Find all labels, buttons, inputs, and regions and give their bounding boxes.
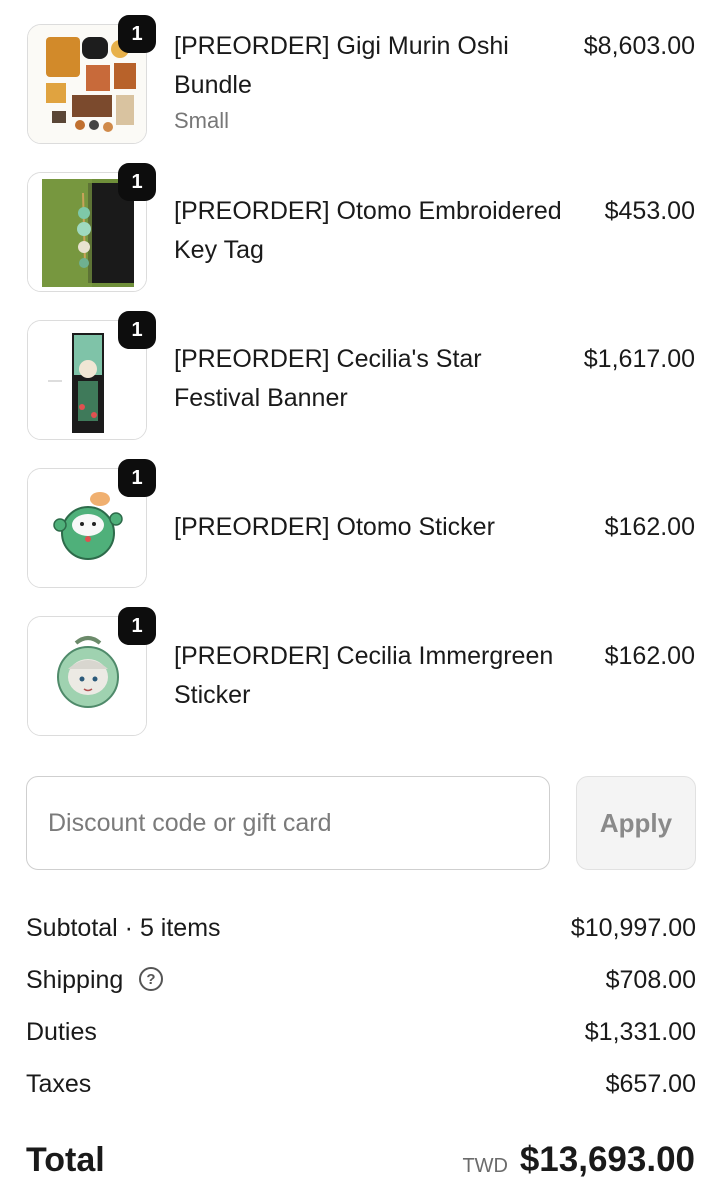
item-thumbnail: 1 bbox=[27, 163, 156, 292]
item-price: $1,617.00 bbox=[583, 345, 695, 373]
quantity-badge: 1 bbox=[118, 15, 156, 53]
taxes-label: Taxes bbox=[26, 1070, 92, 1098]
item-price: $8,603.00 bbox=[583, 32, 695, 60]
item-price: $162.00 bbox=[604, 513, 695, 541]
duties-value: $1,331.00 bbox=[584, 1018, 696, 1046]
shipping-value: $708.00 bbox=[605, 966, 696, 994]
shipping-label: Shipping bbox=[26, 966, 124, 994]
question-circle-icon[interactable]: ? bbox=[139, 967, 163, 991]
taxes-row: Taxes $657.00 bbox=[26, 1070, 696, 1106]
shipping-row: Shipping ? $708.00 bbox=[26, 966, 696, 1002]
total-currency: TWD bbox=[462, 1155, 508, 1177]
quantity-badge: 1 bbox=[118, 311, 156, 349]
item-name: [PREORDER] Cecilia Immergreen Sticker bbox=[174, 642, 554, 709]
item-name: [PREORDER] Cecilia's Star Festival Banne… bbox=[174, 345, 482, 412]
apply-discount-button[interactable]: Apply bbox=[576, 776, 696, 870]
total-label: Total bbox=[26, 1141, 105, 1179]
subtotal-label: Subtotal · 5 items bbox=[26, 914, 221, 942]
item-name: [PREORDER] Otomo Embroidered Key Tag bbox=[174, 197, 562, 264]
subtotal-value: $10,997.00 bbox=[570, 914, 696, 942]
item-name: [PREORDER] Gigi Murin Oshi Bundle bbox=[174, 32, 509, 99]
discount-code-input[interactable] bbox=[26, 776, 550, 870]
item-thumbnail: 1 bbox=[27, 607, 156, 736]
duties-label: Duties bbox=[26, 1018, 97, 1046]
quantity-badge: 1 bbox=[118, 607, 156, 645]
quantity-badge: 1 bbox=[118, 459, 156, 497]
item-variant: Small bbox=[174, 108, 230, 133]
item-thumbnail: 1 bbox=[27, 459, 156, 588]
subtotal-row: Subtotal · 5 items $10,997.00 bbox=[26, 914, 696, 950]
item-thumbnail: 1 bbox=[27, 311, 156, 440]
duties-row: Duties $1,331.00 bbox=[26, 1018, 696, 1054]
item-price: $162.00 bbox=[604, 642, 695, 670]
total-value: $13,693.00 bbox=[519, 1140, 695, 1179]
item-name: [PREORDER] Otomo Sticker bbox=[174, 513, 495, 541]
item-price: $453.00 bbox=[604, 197, 695, 225]
quantity-badge: 1 bbox=[118, 163, 156, 201]
taxes-value: $657.00 bbox=[605, 1070, 696, 1098]
item-thumbnail: 1 bbox=[27, 15, 156, 144]
